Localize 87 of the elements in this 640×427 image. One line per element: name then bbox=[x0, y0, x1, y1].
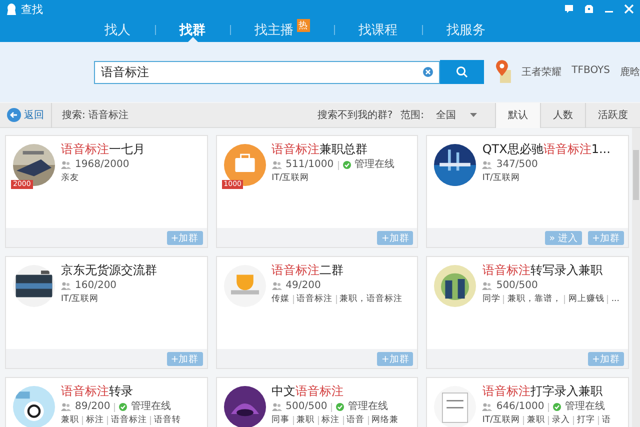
group-tag: 传媒 bbox=[272, 294, 290, 305]
group-tag: 语音 bbox=[346, 415, 365, 426]
group-tag: 网上赚钱 bbox=[568, 294, 604, 305]
group-tag: 语 bbox=[602, 415, 611, 426]
members-icon bbox=[482, 282, 492, 290]
group-tag: 标注 bbox=[86, 415, 104, 426]
nav-tab[interactable]: 找群 bbox=[156, 18, 230, 42]
feedback-icon[interactable] bbox=[564, 4, 574, 14]
hot-keyword-link[interactable]: 王者荣耀 bbox=[522, 65, 562, 79]
group-card[interactable]: 语音标注二群 49/200 传媒 语音标注 兼职，语音标注 +加群 bbox=[216, 256, 418, 369]
members-icon bbox=[272, 403, 282, 411]
group-title[interactable]: 语音标注转录 bbox=[61, 384, 133, 399]
admin-status: 管理在线 bbox=[565, 401, 606, 413]
admin-status: 管理在线 bbox=[354, 159, 395, 171]
group-title[interactable]: 语音标注兼职总群 bbox=[272, 142, 368, 157]
members-icon bbox=[482, 403, 492, 411]
members-icon bbox=[272, 282, 282, 290]
group-tag: 语音转 bbox=[154, 415, 181, 426]
group-tag: IT/互联网 bbox=[61, 294, 99, 305]
range-dropdown[interactable]: 全国 bbox=[436, 108, 477, 122]
group-card[interactable]: 语音标注转录 89/200 管理在线 兼职 标注 语音标注 语音转 bbox=[5, 377, 208, 427]
group-tag: 同事 bbox=[272, 415, 290, 426]
member-count: 49/200 bbox=[286, 280, 321, 292]
group-tag: 兼职，靠谱， bbox=[507, 294, 562, 305]
group-tag: 录入 bbox=[552, 415, 570, 426]
group-title[interactable]: 语音标注二群 bbox=[272, 263, 344, 278]
help-link[interactable]: 搜索不到我的群? bbox=[317, 108, 393, 122]
window-title: 查找 bbox=[21, 2, 43, 16]
group-tag: 兼职 bbox=[296, 415, 315, 426]
hot-badge: 热 bbox=[296, 19, 310, 32]
group-title[interactable]: QTX思必驰语音标注1... bbox=[482, 142, 610, 157]
members-icon bbox=[61, 161, 71, 169]
member-count: 347/500 bbox=[496, 159, 538, 171]
group-card[interactable]: 语音标注转写录入兼职 500/500 同学 兼职，靠谱， 网上赚钱 ... +加群 bbox=[426, 256, 629, 369]
members-icon bbox=[61, 282, 71, 290]
member-count: 500/500 bbox=[286, 401, 328, 413]
location-pin-icon[interactable] bbox=[496, 60, 512, 84]
members-icon bbox=[272, 161, 282, 169]
group-tag: 同学 bbox=[482, 294, 500, 305]
group-title[interactable]: 语音标注转写录入兼职 bbox=[482, 263, 602, 278]
group-card[interactable]: 京东无货源交流群 160/200 IT/互联网 +加群 bbox=[5, 256, 208, 369]
search-field[interactable]: 语音标注 bbox=[94, 60, 440, 84]
member-count: 1968/2000 bbox=[75, 159, 130, 171]
group-tag: 网络兼 bbox=[372, 415, 399, 426]
group-tag: 兼职 bbox=[61, 415, 79, 426]
member-count: 500/500 bbox=[496, 280, 538, 292]
check-icon bbox=[553, 403, 562, 411]
check-icon bbox=[119, 403, 128, 411]
group-tag: IT/互联网 bbox=[482, 415, 520, 426]
close-icon[interactable] bbox=[624, 4, 634, 14]
member-count: 511/1000 bbox=[286, 159, 334, 171]
group-card[interactable]: 语音标注打字录入兼职 646/1000 管理在线 IT/互联网 兼职 录入 打字 语 bbox=[426, 377, 629, 427]
check-icon bbox=[336, 403, 344, 411]
group-card[interactable]: 中文语音标注 500/500 管理在线 同事 兼职 标注 语音 网络兼 bbox=[216, 377, 418, 427]
group-tag: 亲友 bbox=[61, 173, 79, 184]
caret-icon bbox=[470, 113, 477, 117]
members-icon bbox=[482, 161, 492, 169]
sort-tab[interactable]: 默认 bbox=[495, 102, 540, 128]
group-tag: 打字 bbox=[576, 415, 595, 426]
member-count: 89/200 bbox=[75, 401, 110, 413]
group-tag: IT/互联网 bbox=[482, 173, 520, 184]
group-title[interactable]: 京东无货源交流群 bbox=[61, 263, 157, 278]
member-count: 160/200 bbox=[75, 280, 117, 292]
group-title[interactable]: 语音标注打字录入兼职 bbox=[482, 384, 602, 399]
group-tag: ... bbox=[611, 294, 620, 305]
search-icon bbox=[456, 66, 468, 78]
admin-status: 管理在线 bbox=[348, 401, 388, 413]
hot-keyword-link[interactable]: 鹿晗 bbox=[620, 65, 640, 79]
search-button[interactable] bbox=[440, 60, 484, 84]
group-tag: 兼职 bbox=[526, 415, 545, 426]
group-tag: 标注 bbox=[322, 415, 340, 426]
group-title[interactable]: 语音标注一七月 bbox=[61, 142, 145, 157]
range-label: 范围: bbox=[400, 108, 424, 122]
group-card[interactable]: QTX思必驰语音标注1... 347/500 IT/互联网 » 进入 +加群 bbox=[426, 135, 629, 248]
member-count: 646/1000 bbox=[496, 401, 544, 413]
group-title[interactable]: 中文语音标注 bbox=[272, 384, 344, 399]
hot-keyword-link[interactable]: TFBOYS bbox=[572, 65, 610, 79]
members-icon bbox=[61, 403, 71, 411]
group-tag: IT/互联网 bbox=[272, 173, 310, 184]
scrollbar-thumb[interactable] bbox=[633, 150, 639, 200]
check-icon bbox=[342, 161, 351, 169]
clear-icon[interactable] bbox=[423, 66, 433, 76]
search-query-text: 搜索: 语音标注 bbox=[62, 108, 129, 122]
group-tag: 语音标注 bbox=[296, 294, 333, 305]
admin-status: 管理在线 bbox=[131, 401, 172, 413]
group-tag: 兼职，语音标注 bbox=[340, 294, 403, 305]
group-tag: 语音标注 bbox=[111, 415, 147, 426]
